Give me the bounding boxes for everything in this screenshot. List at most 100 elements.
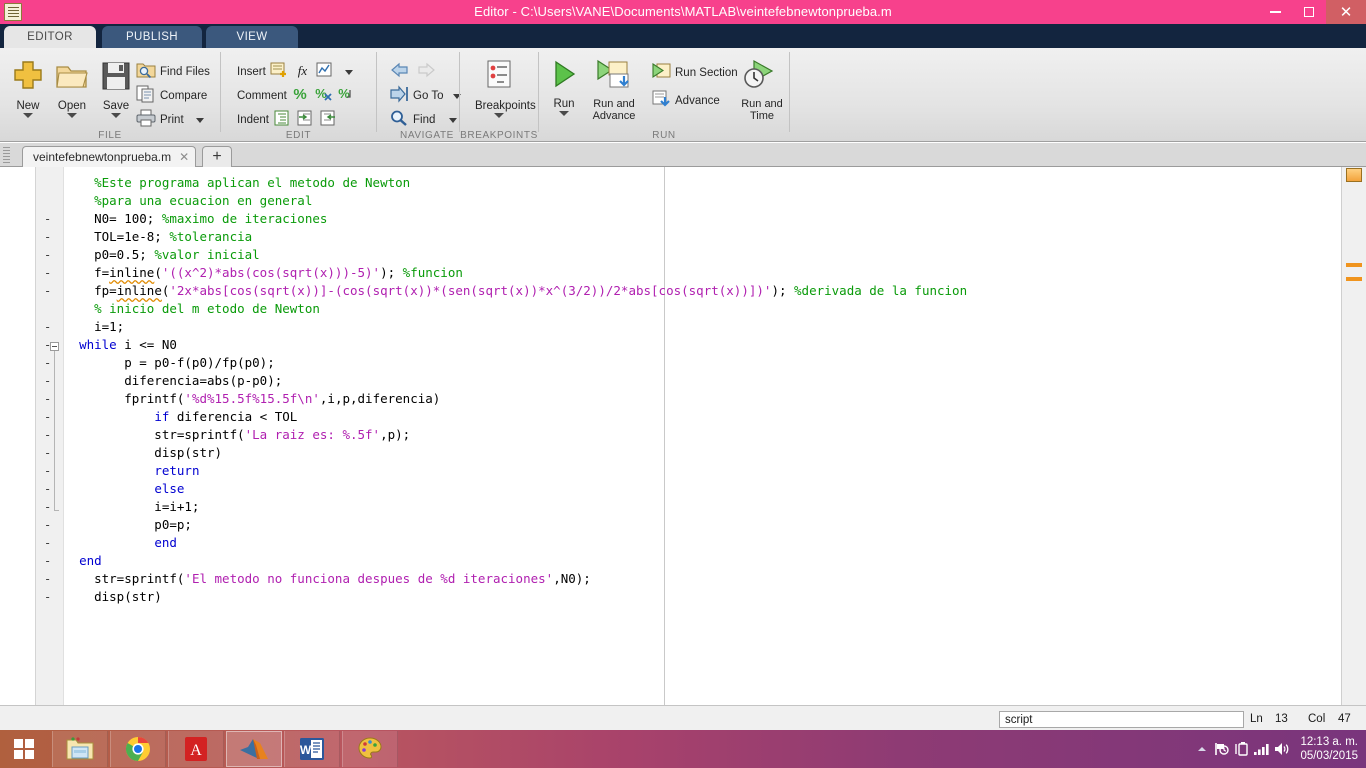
code-line[interactable]: diferencia=abs(p-p0); (64, 372, 282, 390)
minimize-button[interactable] (1258, 0, 1292, 24)
executable-line-dash[interactable]: - (44, 462, 52, 480)
insert-function-icon[interactable]: fx (293, 61, 312, 84)
executable-line-dash[interactable]: - (44, 210, 52, 228)
tab-publish[interactable]: PUBLISH (102, 26, 202, 48)
battery-icon[interactable] (1232, 730, 1252, 768)
back-arrow-icon[interactable] (389, 61, 411, 84)
file-explorer-icon[interactable] (52, 731, 108, 767)
executable-line-dash[interactable]: - (44, 228, 52, 246)
new-tab-button[interactable]: + (202, 146, 232, 167)
indent-button[interactable]: Indent (237, 109, 338, 131)
uncomment-icon[interactable]: % (314, 85, 333, 108)
indent-right-icon[interactable] (296, 109, 315, 132)
paint-icon[interactable] (342, 731, 398, 767)
executable-line-dash[interactable]: - (44, 534, 52, 552)
code-line[interactable]: p0=p; (64, 516, 192, 534)
insert-plot-icon[interactable] (316, 61, 335, 84)
volume-icon[interactable] (1272, 730, 1292, 768)
action-center-icon[interactable] (1212, 730, 1232, 768)
run-and-time-button[interactable]: Run and Time (735, 58, 789, 122)
close-button[interactable]: ✕ (1326, 0, 1366, 24)
network-icon[interactable] (1252, 730, 1272, 768)
executable-line-dash[interactable]: - (44, 552, 52, 570)
print-button[interactable]: Print (136, 109, 204, 131)
comment-percent-icon[interactable]: % (291, 85, 310, 108)
executable-line-dash[interactable]: - (44, 372, 52, 390)
executable-line-dash[interactable]: - (44, 588, 52, 606)
breakpoints-button[interactable]: Breakpoints (475, 58, 536, 118)
code-line[interactable]: disp(str) (64, 588, 162, 606)
code-line[interactable]: N0= 100; %maximo de iteraciones (64, 210, 327, 228)
file-type-field[interactable]: script (999, 711, 1244, 728)
warning-marker-line-7[interactable] (1346, 277, 1362, 281)
executable-line-dash[interactable]: - (44, 516, 52, 534)
code-line[interactable]: % inicio del m etodo de Newton (64, 300, 320, 318)
smart-indent-icon[interactable] (273, 109, 292, 132)
advance-button[interactable]: Advance (651, 90, 720, 112)
run-dropdown-caret[interactable] (559, 111, 569, 116)
code-line[interactable]: str=sprintf('El metodo no funciona despu… (64, 570, 591, 588)
breakpoints-dropdown-caret[interactable] (494, 113, 504, 118)
insert-dropdown-caret[interactable] (344, 69, 353, 75)
tab-view[interactable]: VIEW (206, 26, 298, 48)
tab-editor[interactable]: EDITOR (4, 26, 96, 48)
microsoft-word-icon[interactable]: W (284, 731, 340, 767)
find-files-button[interactable]: Find Files (136, 61, 210, 83)
show-hidden-icons-icon[interactable] (1192, 730, 1212, 768)
new-button[interactable]: New (4, 58, 52, 118)
find-button[interactable]: Find (389, 109, 458, 131)
save-dropdown-caret[interactable] (111, 113, 121, 118)
adobe-reader-icon[interactable]: A (168, 731, 224, 767)
executable-line-dash[interactable]: - (44, 354, 52, 372)
maximize-button[interactable] (1292, 0, 1326, 24)
code-line[interactable]: fp=inline('2x*abs[cos(sqrt(x))]-(cos(sqr… (64, 282, 967, 300)
run-button[interactable]: Run (540, 58, 588, 116)
taskbar-clock[interactable]: 12:13 a. m. 05/03/2015 (1292, 735, 1366, 763)
google-chrome-icon[interactable] (110, 731, 166, 767)
code-line[interactable]: else (64, 480, 184, 498)
code-line[interactable]: f=inline('((x^2)*abs(cos(sqrt(x)))-5)');… (64, 264, 463, 282)
executable-line-dash[interactable]: - (44, 570, 52, 588)
indent-left-icon[interactable] (319, 109, 338, 132)
print-dropdown-caret[interactable] (195, 117, 204, 123)
code-line[interactable]: p0=0.5; %valor inicial (64, 246, 260, 264)
executable-line-dash[interactable]: - (44, 336, 52, 354)
executable-line-dash[interactable]: - (44, 264, 52, 282)
save-button[interactable]: Save (92, 58, 140, 118)
executable-line-dash[interactable]: - (44, 408, 52, 426)
run-section-button[interactable]: Run Section (651, 62, 738, 84)
warning-marker-line-6[interactable] (1346, 263, 1362, 267)
executable-line-dash[interactable]: - (44, 390, 52, 408)
code-line[interactable]: str=sprintf('La raiz es: %.5f',p); (64, 426, 410, 444)
code-line[interactable]: while i <= N0 (64, 336, 177, 354)
tab-bar-grip[interactable] (3, 147, 11, 163)
insert-block-icon[interactable] (270, 61, 289, 84)
code-line[interactable]: fprintf('%d%15.5f%15.5f\n',i,p,diferenci… (64, 390, 440, 408)
code-line[interactable]: return (64, 462, 199, 480)
find-dropdown-caret[interactable] (449, 117, 458, 123)
code-line[interactable]: TOL=1e-8; %tolerancia (64, 228, 252, 246)
code-line[interactable]: i=i+1; (64, 498, 199, 516)
insert-button[interactable]: Insert fx (237, 61, 353, 83)
code-line[interactable]: disp(str) (64, 444, 222, 462)
open-dropdown-caret[interactable] (67, 113, 77, 118)
executable-line-dash[interactable]: - (44, 426, 52, 444)
code-line[interactable]: if diferencia < TOL (64, 408, 297, 426)
open-button[interactable]: Open (48, 58, 96, 118)
matlab-icon[interactable] (226, 731, 282, 767)
code-text[interactable]: %Este programa aplican el metodo de Newt… (64, 167, 1340, 705)
code-line[interactable]: i=1; (64, 318, 124, 336)
editor-right-gutter-scrollbar[interactable] (1341, 167, 1366, 705)
code-line[interactable]: %para una ecuacion en general (64, 192, 312, 210)
executable-line-dash[interactable]: - (44, 498, 52, 516)
code-line[interactable]: p = p0-f(p0)/fp(p0); (64, 354, 275, 372)
close-icon[interactable]: ✕ (179, 150, 189, 164)
run-and-advance-button[interactable]: Run and Advance (583, 58, 645, 122)
new-dropdown-caret[interactable] (23, 113, 33, 118)
code-line[interactable]: %Este programa aplican el metodo de Newt… (64, 174, 410, 192)
executable-line-dash[interactable]: - (44, 444, 52, 462)
code-analyzer-status-marker[interactable] (1346, 168, 1362, 182)
compare-button[interactable]: Compare (136, 85, 207, 107)
executable-line-dash[interactable]: - (44, 282, 52, 300)
go-to-button[interactable]: Go To (389, 84, 462, 107)
